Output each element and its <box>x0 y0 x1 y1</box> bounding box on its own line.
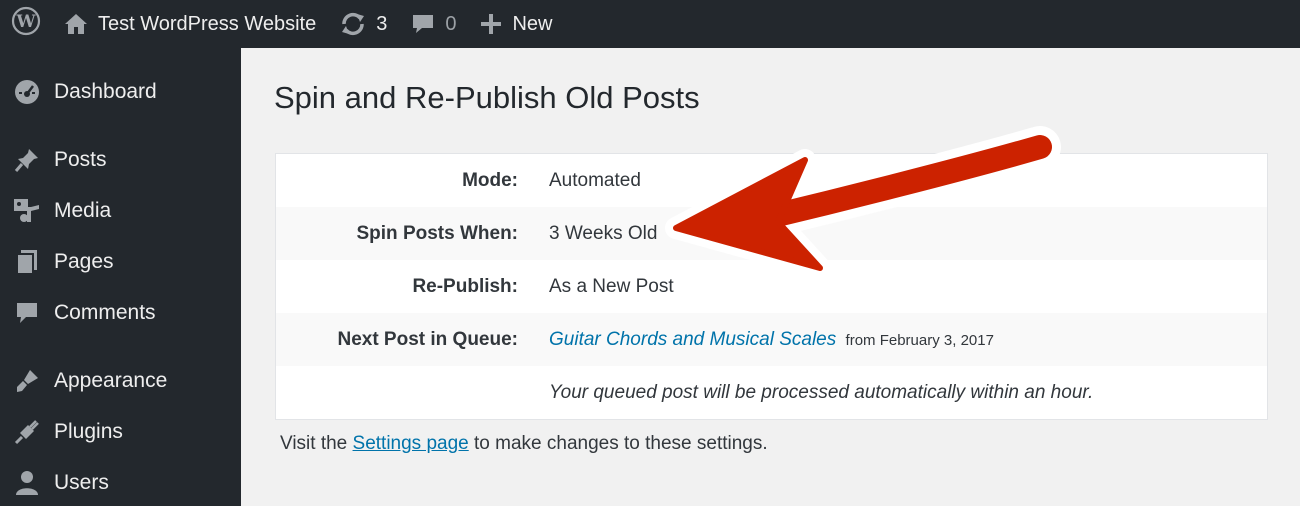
brush-icon <box>0 368 54 394</box>
sidebar-item-label: Pages <box>54 250 114 273</box>
settings-summary-table: Mode: Automated Spin Posts When: 3 Weeks… <box>275 153 1268 420</box>
row-value: As a New Post <box>549 275 674 297</box>
footnote-before: Visit the <box>280 433 348 454</box>
comment-icon <box>0 301 54 325</box>
svg-text:W: W <box>15 12 36 32</box>
table-row: Next Post in Queue: Guitar Chords and Mu… <box>276 313 1267 366</box>
sidebar-item-appearance[interactable]: Appearance <box>0 358 241 404</box>
comment-icon <box>411 13 435 35</box>
sidebar-item-pages[interactable]: Pages <box>0 239 241 285</box>
sidebar-item-label: Dashboard <box>54 80 157 103</box>
sidebar-item-label: Posts <box>54 148 107 171</box>
user-icon <box>0 470 54 496</box>
updates-count: 3 <box>376 12 388 35</box>
pin-icon <box>0 147 54 173</box>
media-icon <box>0 198 54 224</box>
admin-sidebar: Dashboard Posts Media Pages Comments App… <box>0 48 241 506</box>
row-label: Re-Publish: <box>412 275 518 297</box>
wordpress-logo-icon: W <box>11 6 41 42</box>
queue-note: Your queued post will be processed autom… <box>549 381 1094 403</box>
row-value: Automated <box>549 169 641 191</box>
row-value: Guitar Chords and Musical Scales from Fe… <box>549 329 994 351</box>
table-row: Re-Publish: As a New Post <box>276 260 1267 313</box>
new-label: New <box>512 12 553 35</box>
wordpress-logo-button[interactable]: W <box>0 0 52 48</box>
settings-footnote: Visit the Settings page to make changes … <box>280 433 768 455</box>
table-row: Spin Posts When: 3 Weeks Old <box>276 207 1267 260</box>
row-label: Mode: <box>462 169 518 191</box>
page-title: Spin and Re-Publish Old Posts <box>274 80 700 115</box>
admin-bar: W Test WordPress Website 3 0 New <box>0 0 1300 48</box>
sidebar-item-users[interactable]: Users <box>0 460 241 506</box>
table-row: Mode: Automated <box>276 154 1267 207</box>
sidebar-item-plugins[interactable]: Plugins <box>0 409 241 455</box>
sidebar-item-posts[interactable]: Posts <box>0 137 241 183</box>
sidebar-item-label: Appearance <box>54 369 168 392</box>
sidebar-item-label: Comments <box>54 301 156 324</box>
updates-icon <box>340 12 366 36</box>
sidebar-item-dashboard[interactable]: Dashboard <box>0 69 241 115</box>
comments-link[interactable]: 0 <box>399 0 468 48</box>
new-content-link[interactable]: New <box>468 0 564 48</box>
site-name: Test WordPress Website <box>98 12 317 35</box>
site-name-link[interactable]: Test WordPress Website <box>52 0 328 48</box>
plus-icon <box>480 13 502 35</box>
table-row: Your queued post will be processed autom… <box>276 366 1267 419</box>
main-content: Spin and Re-Publish Old Posts Mode: Auto… <box>241 48 1300 506</box>
queued-post-date: from February 3, 2017 <box>845 331 994 349</box>
sidebar-item-comments[interactable]: Comments <box>0 290 241 336</box>
comments-count: 0 <box>445 12 457 35</box>
row-label: Spin Posts When: <box>356 222 519 244</box>
settings-page-link[interactable]: Settings page <box>353 433 469 454</box>
pages-icon <box>0 249 54 275</box>
home-icon <box>64 13 88 35</box>
sidebar-item-label: Plugins <box>54 420 123 443</box>
sidebar-item-label: Media <box>54 199 112 222</box>
queued-post-link[interactable]: Guitar Chords and Musical Scales <box>549 329 836 350</box>
row-value: 3 Weeks Old <box>549 222 658 244</box>
sidebar-item-media[interactable]: Media <box>0 188 241 234</box>
dashboard-icon <box>0 79 54 105</box>
plug-icon <box>0 419 54 445</box>
updates-link[interactable]: 3 <box>328 0 399 48</box>
row-label: Next Post in Queue: <box>337 328 518 350</box>
footnote-after: to make changes to these settings. <box>474 433 768 454</box>
sidebar-item-label: Users <box>54 471 109 494</box>
